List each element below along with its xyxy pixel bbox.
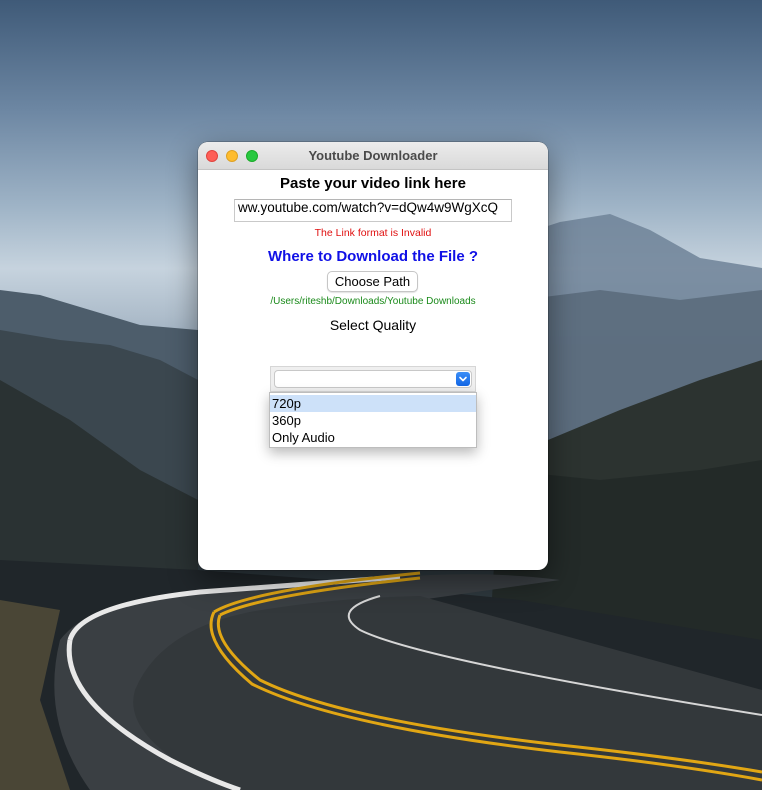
link-error-message: The Link format is Invalid xyxy=(314,227,432,239)
video-link-input[interactable]: ww.youtube.com/watch?v=dQw4w9WgXcQ xyxy=(234,199,512,222)
quality-option-720p[interactable]: 720p xyxy=(270,395,476,412)
window-title: Youtube Downloader xyxy=(308,148,438,163)
quality-dropdown-list: 720p 360p Only Audio xyxy=(269,392,477,448)
quality-label: Select Quality xyxy=(329,317,417,333)
chevron-down-icon[interactable] xyxy=(456,372,470,386)
quality-option-360p[interactable]: 360p xyxy=(270,412,476,429)
download-location-heading: Where to Download the File ? xyxy=(268,248,478,265)
desktop-background: Youtube Downloader Paste your video link… xyxy=(0,0,762,790)
window-content: Paste your video link here ww.youtube.co… xyxy=(198,170,548,570)
video-link-value: ww.youtube.com/watch?v=dQw4w9WgXcQ xyxy=(238,200,498,215)
app-window: Youtube Downloader Paste your video link… xyxy=(198,142,548,570)
selected-path-label: /Users/riteshb/Downloads/Youtube Downloa… xyxy=(270,296,476,307)
quality-select[interactable] xyxy=(274,370,472,388)
choose-path-button[interactable]: Choose Path xyxy=(327,271,418,292)
window-titlebar[interactable]: Youtube Downloader xyxy=(198,142,548,170)
quality-select-container xyxy=(270,366,476,392)
paste-link-heading: Paste your video link here xyxy=(280,175,466,192)
quality-option-only-audio[interactable]: Only Audio xyxy=(270,429,476,446)
